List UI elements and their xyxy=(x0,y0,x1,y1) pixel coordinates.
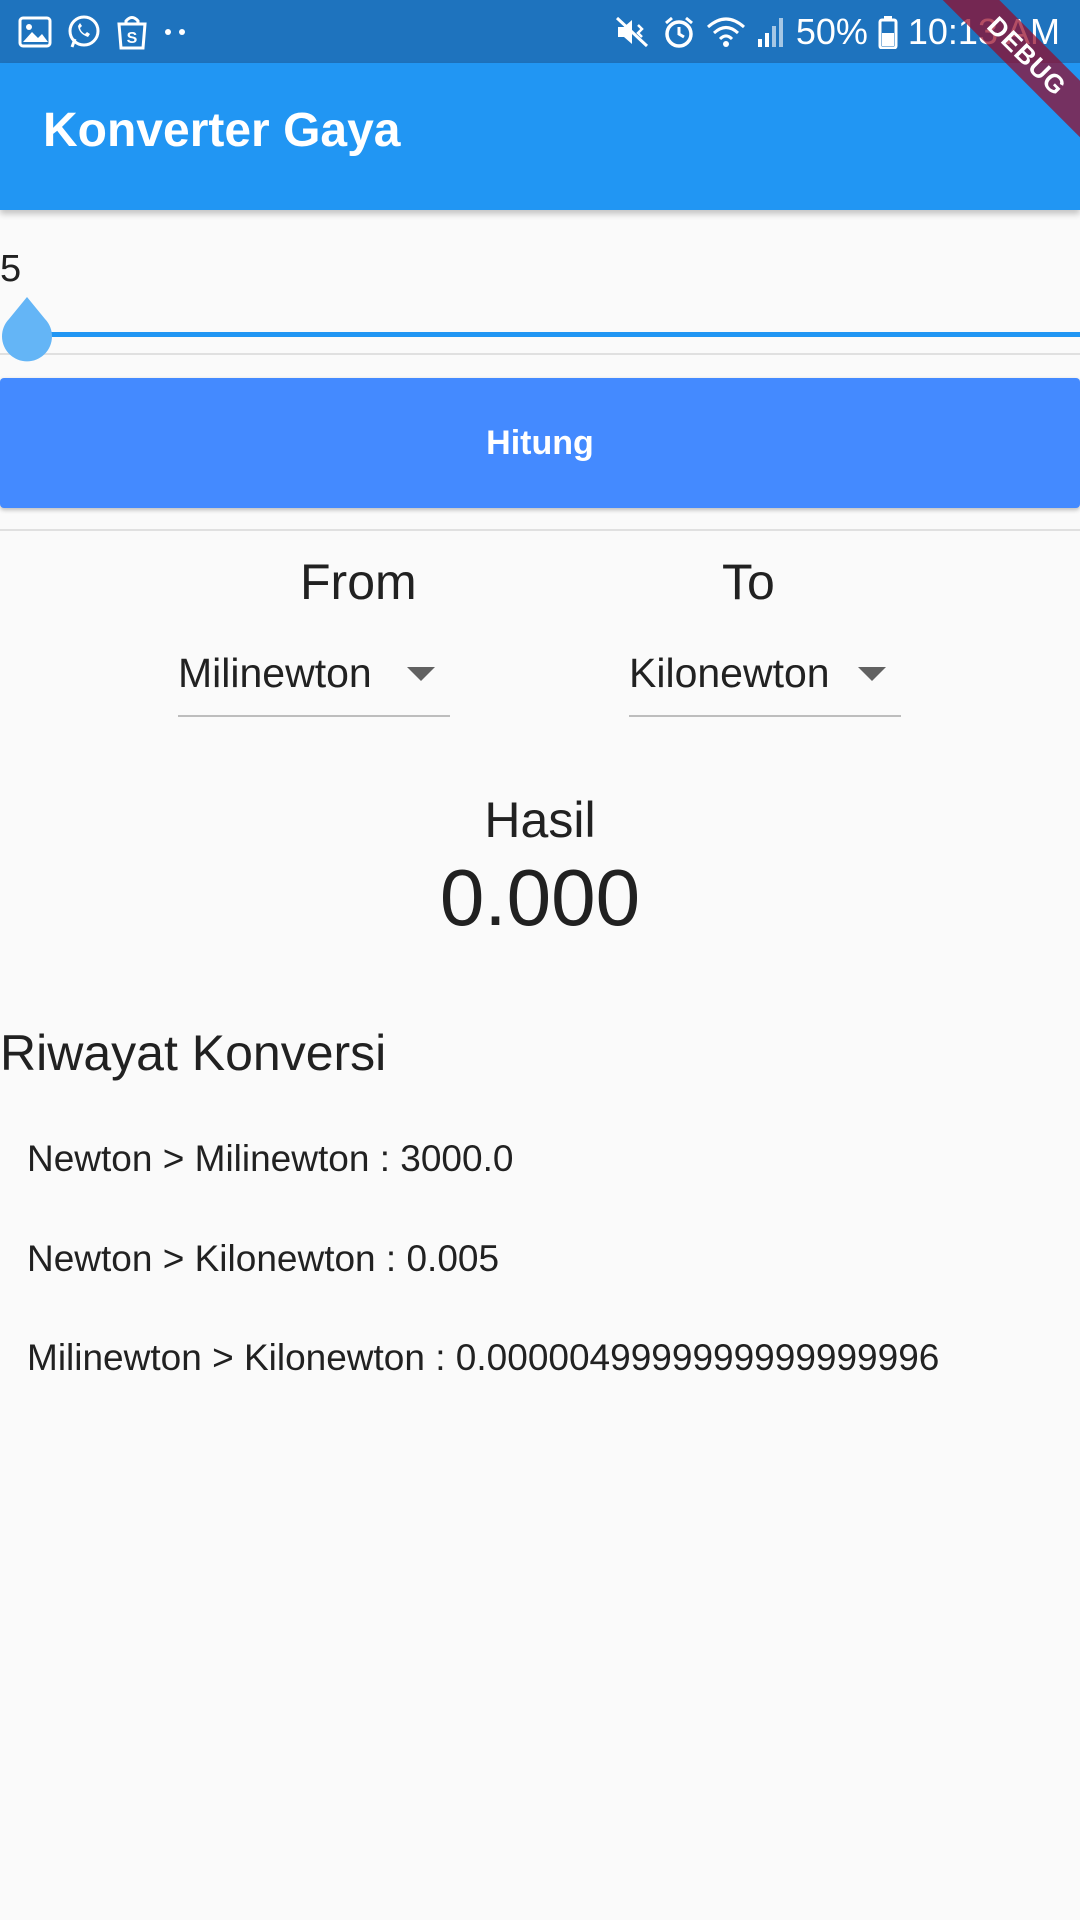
hitung-button[interactable]: Hitung xyxy=(0,378,1080,508)
history-item: Newton > Milinewton : 3000.0 xyxy=(27,1138,514,1179)
wifi-icon xyxy=(706,15,746,49)
slider-underline xyxy=(0,353,1080,355)
image-icon xyxy=(18,16,52,48)
divider xyxy=(0,529,1080,531)
slider-thumb[interactable] xyxy=(0,295,54,372)
status-time: 10:13 AM xyxy=(907,11,1060,52)
from-label: From xyxy=(300,554,417,610)
result-value: 0.000 xyxy=(439,853,641,942)
battery-icon xyxy=(878,15,898,49)
status-bar: S 50% 10:13 AM xyxy=(0,0,1080,63)
more-dots-icon xyxy=(162,27,188,37)
signal-icon xyxy=(756,15,786,49)
slider-value-label: 5 xyxy=(0,248,22,290)
from-unit-dropdown[interactable]: Milinewton xyxy=(178,645,450,717)
status-left-icons: S xyxy=(18,12,188,52)
chevron-down-icon xyxy=(858,667,886,688)
to-unit-dropdown[interactable]: Kilonewton xyxy=(629,645,901,717)
mute-vibrate-icon xyxy=(614,15,652,49)
value-slider[interactable] xyxy=(0,290,1080,370)
shopping-bag-icon: S xyxy=(116,14,148,50)
slider-track[interactable] xyxy=(25,332,1080,337)
app-title: Konverter Gaya xyxy=(43,104,401,157)
alarm-icon xyxy=(662,15,696,49)
to-unit-value: Kilonewton xyxy=(629,650,830,696)
to-label: To xyxy=(722,554,775,610)
whatsapp-icon xyxy=(66,14,102,50)
result-label: Hasil xyxy=(484,792,596,848)
app-bar: Konverter Gaya xyxy=(0,63,1080,210)
status-right-icons: 50% 10:13 AM xyxy=(614,8,1060,56)
from-unit-value: Milinewton xyxy=(178,650,372,696)
chevron-down-icon xyxy=(407,667,435,688)
history-item: Newton > Kilonewton : 0.005 xyxy=(27,1238,500,1279)
svg-text:S: S xyxy=(127,30,138,47)
history-title: Riwayat Konversi xyxy=(0,1025,387,1081)
history-item: Milinewton > Kilonewton : 0.000004999999… xyxy=(27,1337,940,1378)
battery-percent: 50% xyxy=(795,11,868,52)
